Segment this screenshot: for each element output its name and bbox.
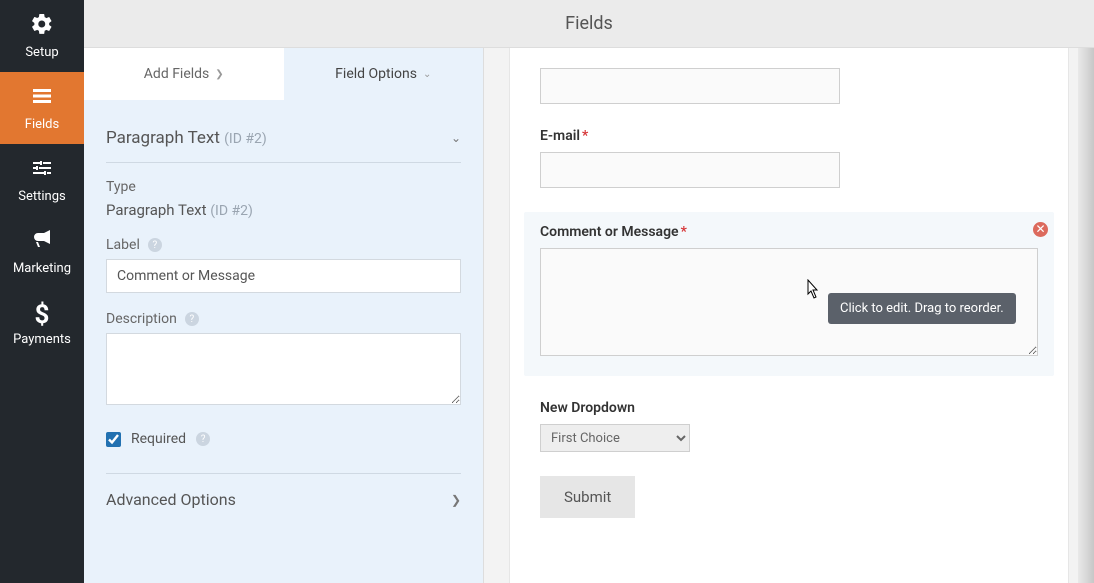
tabbar: Add Fields ❯ Field Options ⌄ <box>84 48 483 100</box>
sidebar-item-fields[interactable]: Fields <box>0 72 84 144</box>
chevron-right-icon: ❯ <box>215 69 223 80</box>
sidebar: Setup Fields Settings Marketing $ Paymen… <box>0 0 84 583</box>
email-input[interactable] <box>540 152 840 188</box>
tab-field-options[interactable]: Field Options ⌄ <box>284 48 484 100</box>
preview-field-dropdown[interactable]: New Dropdown First Choice <box>540 400 1038 452</box>
sidebar-item-setup[interactable]: Setup <box>0 0 84 72</box>
preview-field-email[interactable]: E-mail* <box>540 128 1038 188</box>
field-config-panel: Add Fields ❯ Field Options ⌄ Paragraph T… <box>84 48 484 583</box>
help-icon[interactable]: ? <box>185 312 199 326</box>
section-header[interactable]: Paragraph Text (ID #2) ⌄ <box>106 118 461 163</box>
name-input[interactable] <box>540 68 840 104</box>
type-label: Type <box>106 179 461 195</box>
sidebar-item-marketing[interactable]: Marketing <box>0 216 84 288</box>
help-icon[interactable]: ? <box>196 432 210 446</box>
email-label: E-mail* <box>540 128 1038 144</box>
required-checkbox-row[interactable]: Required ? <box>106 431 461 447</box>
required-star-icon: * <box>681 224 687 240</box>
topbar: Fields <box>84 0 1094 48</box>
description-field-label: Description ? <box>106 311 461 327</box>
preview-field-name[interactable] <box>540 68 1038 104</box>
sidebar-label: Marketing <box>13 261 71 276</box>
tab-add-fields[interactable]: Add Fields ❯ <box>84 48 284 100</box>
gear-icon <box>30 12 54 41</box>
comment-label: Comment or Message* <box>540 224 1038 240</box>
chevron-right-icon: ❯ <box>451 493 461 507</box>
required-checkbox[interactable] <box>106 432 121 447</box>
submit-button[interactable]: Submit <box>540 476 635 518</box>
field-tooltip: Click to edit. Drag to reorder. <box>828 293 1016 324</box>
label-field-label: Label ? <box>106 237 461 253</box>
chevron-down-icon: ⌄ <box>423 69 431 80</box>
chevron-down-icon: ⌄ <box>451 131 461 145</box>
description-input[interactable] <box>106 333 461 405</box>
advanced-options-label: Advanced Options <box>106 490 236 509</box>
delete-field-icon[interactable]: ✕ <box>1033 222 1048 237</box>
advanced-options-toggle[interactable]: Advanced Options ❯ <box>106 473 461 525</box>
bullhorn-icon <box>30 228 54 257</box>
label-input[interactable] <box>106 259 461 293</box>
section-title: Paragraph Text (ID #2) <box>106 128 267 148</box>
page-title: Fields <box>565 13 613 34</box>
sliders-icon <box>30 156 54 185</box>
dropdown-label: New Dropdown <box>540 400 1038 416</box>
list-icon <box>30 84 54 113</box>
sidebar-label: Fields <box>25 117 59 132</box>
help-icon[interactable]: ? <box>148 238 162 252</box>
sidebar-label: Payments <box>13 332 71 347</box>
section-id: (ID #2) <box>224 131 267 147</box>
form-preview: E-mail* ✕ Comment or Message* New Dropdo… <box>484 48 1094 583</box>
type-value: Paragraph Text (ID #2) <box>106 201 461 219</box>
right-edge-shadow <box>1078 48 1094 583</box>
dropdown-select[interactable]: First Choice <box>540 424 690 452</box>
sidebar-item-payments[interactable]: $ Payments <box>0 288 84 360</box>
sidebar-label: Settings <box>18 189 65 204</box>
required-label: Required <box>131 431 186 447</box>
tab-label: Field Options <box>335 66 417 82</box>
tab-label: Add Fields <box>144 66 210 82</box>
dollar-icon: $ <box>35 302 50 328</box>
sidebar-item-settings[interactable]: Settings <box>0 144 84 216</box>
sidebar-label: Setup <box>25 45 58 60</box>
required-star-icon: * <box>582 128 588 144</box>
